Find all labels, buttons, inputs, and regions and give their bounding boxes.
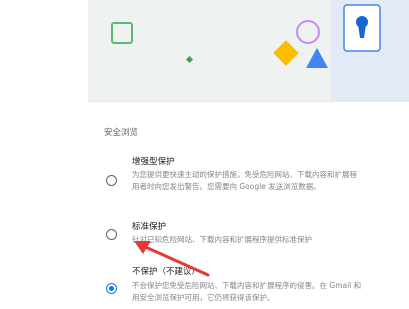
radio-no-protection[interactable] <box>106 283 117 294</box>
safe-browsing-panel: 安全浏览 增强型保护 为您提供更快速主动的保护措施，免受危险网站、下载内容和扩展… <box>88 0 409 309</box>
radio-enhanced-protection[interactable] <box>106 175 117 186</box>
settings-page: 安全浏览 增强型保护 为您提供更快速主动的保护措施，免受危险网站、下载内容和扩展… <box>0 0 409 309</box>
divider <box>88 101 409 102</box>
radio-standard-protection[interactable] <box>106 229 117 240</box>
option-title-standard: 标准保护 <box>132 222 167 232</box>
dot-icon <box>185 55 194 64</box>
diamond-icon <box>273 40 299 66</box>
triangle-icon <box>306 48 328 68</box>
section-title: 安全浏览 <box>104 128 139 138</box>
illustration-banner <box>88 0 409 101</box>
circle-outline-icon <box>296 20 320 44</box>
option-desc-enhanced-line2: 用者时向您发出警告。您需要向 Google 发送浏览数据。 <box>132 182 321 191</box>
option-title-enhanced: 增强型保护 <box>132 157 175 167</box>
illustration <box>111 4 381 68</box>
option-desc-enhanced-line1: 为您提供更快速主动的保护措施，免受危险网站、下载内容和扩展程 <box>132 170 357 179</box>
keyhole-icon <box>343 4 381 52</box>
option-desc-no-protection-line1: 不会保护您免受危险网站、下载内容和扩展程序的侵害。在 Gmail 和 <box>132 281 362 290</box>
left-margin <box>0 0 88 309</box>
option-desc-standard: 针对已知危险网站、下载内容和扩展程序提供标准保护 <box>132 235 312 244</box>
square-outline-icon <box>111 22 133 44</box>
option-title-no-protection: 不保护（不建议） <box>132 267 201 277</box>
option-desc-no-protection-line2: 用安全浏览保护可用，它仍将获得该保护。 <box>132 293 275 302</box>
